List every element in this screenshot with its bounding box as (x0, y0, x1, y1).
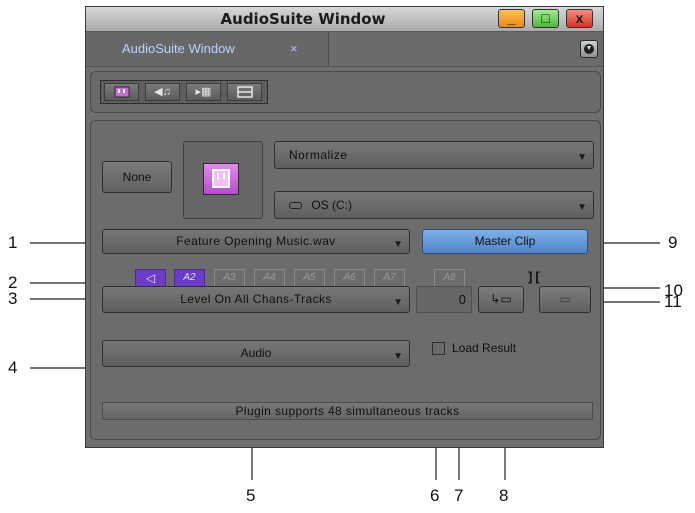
channel-a8[interactable]: A8 (434, 269, 465, 287)
speaker-icon: ◁ (145, 271, 156, 285)
callout-5: 5 (246, 486, 256, 505)
plugin-name: Normalize (289, 148, 348, 162)
callout-4: 4 (8, 358, 18, 377)
tab-bar: AudioSuite Window × ▼ (86, 32, 603, 67)
clip-dropdown[interactable]: Feature Opening Music.wav ▼ (102, 229, 410, 254)
preview-icon: ▭ (559, 292, 571, 306)
close-button[interactable]: x (566, 9, 593, 28)
plugin-icon-frame (183, 141, 263, 219)
drive-icon (289, 202, 302, 210)
minimize-button[interactable]: _ (498, 9, 525, 28)
plugin-icon (212, 169, 230, 188)
output-type: Audio (240, 346, 272, 360)
channel-a4[interactable]: A4 (254, 269, 285, 287)
timeline-tool-button[interactable]: ▸▦ (186, 83, 221, 101)
render-button[interactable]: ↳▭ (478, 286, 524, 313)
timeline-icon: ▸▦ (195, 86, 212, 98)
callout-6: 6 (430, 486, 440, 505)
chevron-down-icon: ▼ (393, 351, 403, 362)
track-mode: Level On All Chans-Tracks (180, 292, 332, 306)
destination-dropdown[interactable]: OS (C:) ▼ (274, 191, 594, 219)
callout-3: 3 (8, 289, 18, 308)
speaker-icon: ◀♫ (154, 86, 171, 98)
clip-name: Feature Opening Music.wav (176, 234, 336, 248)
callout-9: 9 (668, 233, 678, 252)
channel-scroll-brackets[interactable]: ][ (528, 269, 543, 284)
handle-length-field[interactable]: 0 (416, 286, 472, 313)
load-result-checkbox[interactable] (432, 342, 445, 355)
split-icon (236, 86, 253, 98)
chevron-down-icon: ▼ (577, 152, 587, 163)
tab-close-icon[interactable]: × (290, 32, 298, 66)
status-bar: Plugin supports 48 simultaneous tracks (102, 402, 593, 420)
preview-button[interactable]: ▭ (539, 286, 591, 313)
output-type-dropdown[interactable]: Audio ▼ (102, 340, 410, 367)
window-menu-button[interactable]: ▼ (580, 40, 598, 58)
channel-speaker-toggle[interactable]: ◁ (135, 269, 166, 287)
audio-tool-button[interactable]: ◀♫ (145, 83, 180, 101)
callout-1: 1 (8, 233, 18, 252)
maximize-button[interactable]: □ (532, 9, 559, 28)
plugin-tool-button[interactable] (104, 83, 139, 101)
toolbar-group: ◀♫ ▸▦ (100, 80, 268, 104)
toolbar-panel: ◀♫ ▸▦ (90, 71, 601, 113)
master-clip-button[interactable]: Master Clip (422, 229, 588, 254)
window-title: AudioSuite Window (220, 10, 386, 28)
bracket-left-icon: [ (535, 269, 543, 284)
callout-11: 11 (664, 292, 682, 311)
preset-button[interactable]: None (102, 161, 172, 193)
track-mode-dropdown[interactable]: Level On All Chans-Tracks ▼ (102, 286, 410, 313)
plugin-icon (114, 86, 129, 98)
chevron-down-icon: ▼ (393, 297, 403, 308)
tab-audiosuite[interactable]: AudioSuite Window × (86, 32, 329, 66)
callout-7: 7 (454, 486, 464, 505)
audiosuite-window: AudioSuite Window _ □ x AudioSuite Windo… (85, 6, 604, 448)
load-result-label: Load Result (452, 341, 517, 355)
chevron-down-icon: ▼ (577, 202, 587, 213)
tab-label: AudioSuite Window (122, 41, 235, 56)
callout-8: 8 (499, 486, 509, 505)
plugin-panel: None Normalize ▼ OS (C:) ▼ Feature Openi… (90, 120, 601, 440)
plugin-dropdown[interactable]: Normalize ▼ (274, 141, 594, 169)
title-bar[interactable]: AudioSuite Window _ □ x (86, 7, 603, 32)
channel-a3[interactable]: A3 (214, 269, 245, 287)
channel-a5[interactable]: A5 (294, 269, 325, 287)
render-icon: ↳▭ (490, 292, 512, 306)
chevron-down-icon: ▼ (584, 44, 594, 54)
channel-a6[interactable]: A6 (334, 269, 365, 287)
chevron-down-icon: ▼ (393, 239, 403, 250)
channel-a7[interactable]: A7 (374, 269, 405, 287)
destination-drive: OS (C:) (311, 198, 353, 212)
plugin-launch-button[interactable] (203, 163, 239, 195)
channel-a2[interactable]: A2 (174, 269, 205, 287)
split-view-button[interactable] (227, 83, 262, 101)
